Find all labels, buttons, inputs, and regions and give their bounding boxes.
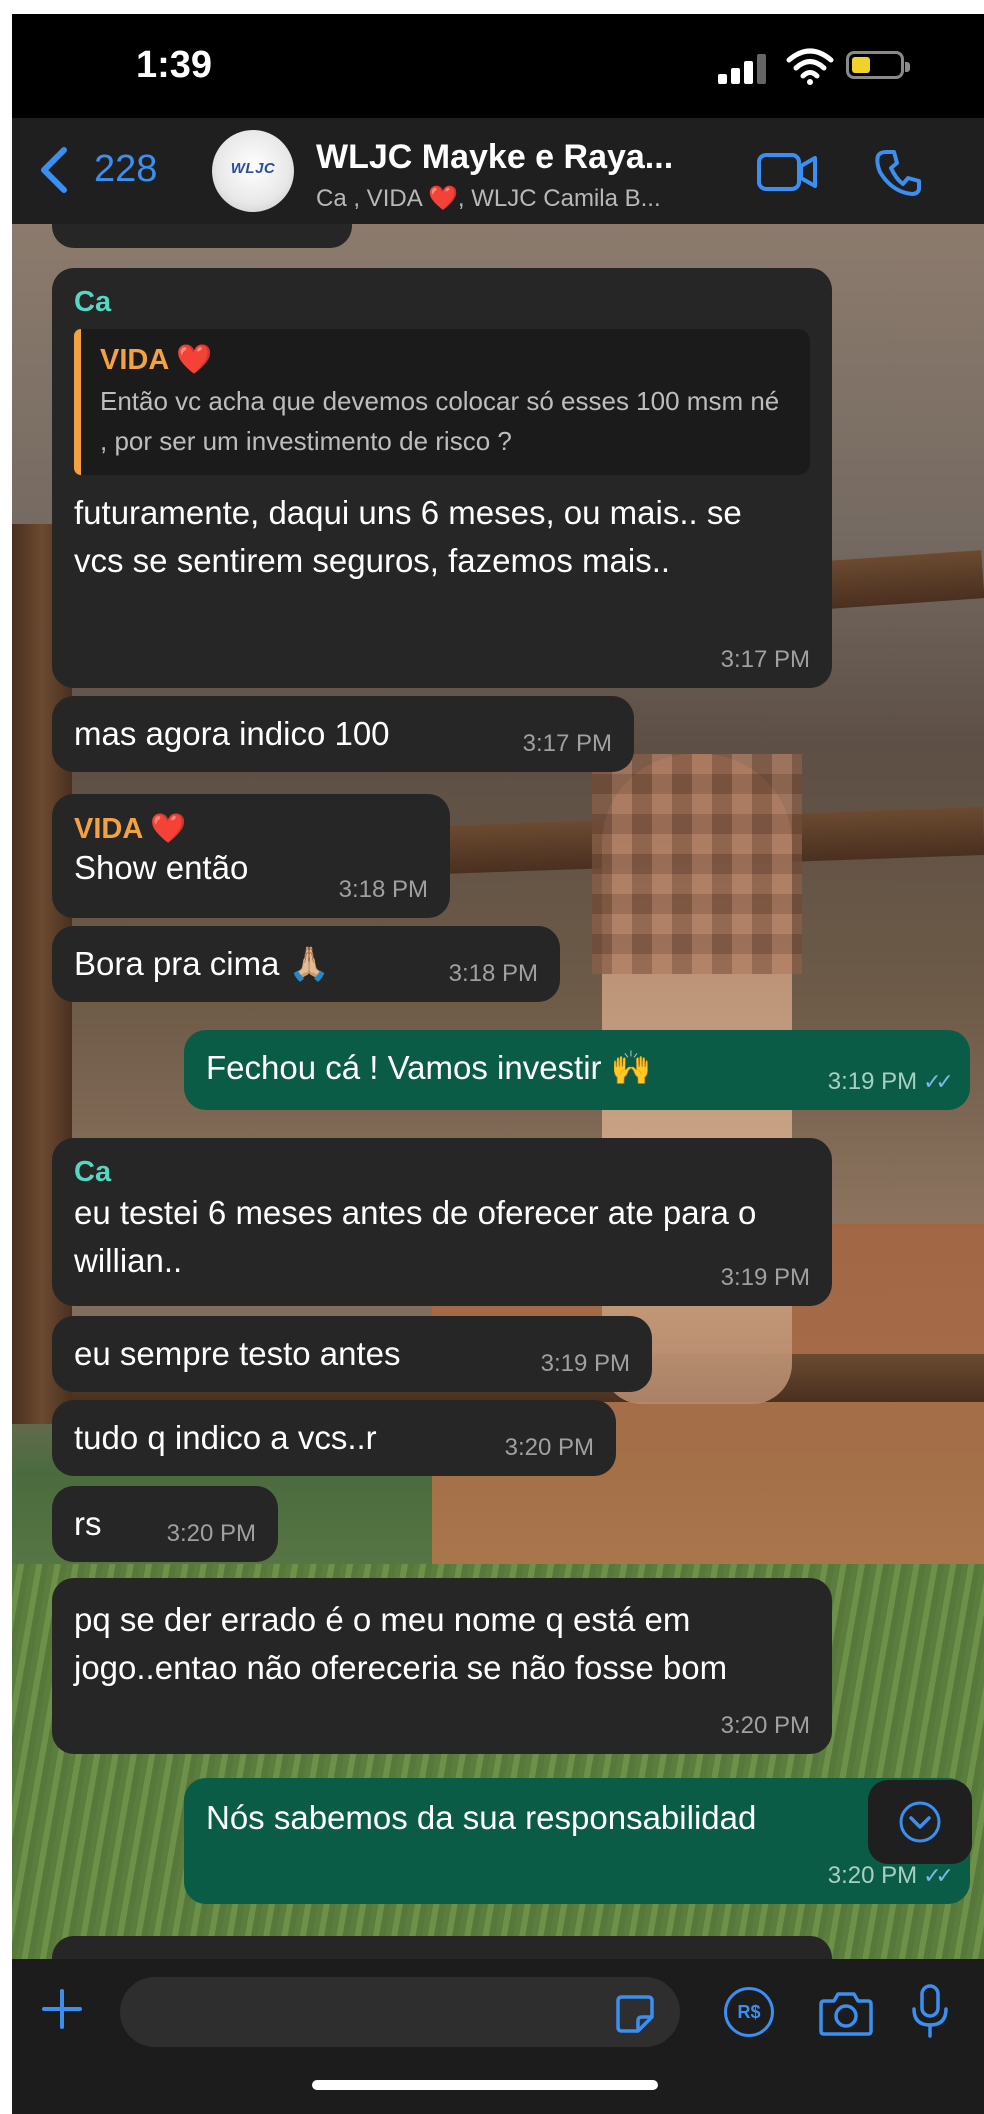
message-time: 3:19 PM [720,1264,810,1291]
group-members[interactable]: Ca , VIDA ❤️, WLJC Camila B... [316,184,661,213]
message-time: 3:19 PM ✓✓ [827,1068,954,1095]
cellular-signal-icon [718,50,774,84]
group-avatar[interactable]: WLJC [212,130,294,212]
avatar-logo-text: WLJC [230,160,276,177]
microphone-icon[interactable] [910,1983,950,2039]
message-time: 3:20 PM [166,1520,256,1547]
sticker-icon[interactable] [614,1993,656,2035]
payment-currency-icon[interactable]: R$ [724,1987,774,2037]
message-sender: VIDA ❤️ [74,813,187,845]
video-call-icon[interactable] [756,152,818,192]
battery-level [852,57,870,73]
message-bubble[interactable]: Ca eu testei 6 meses antes de oferecer a… [52,1138,832,1306]
group-title[interactable]: WLJC Mayke e Raya... [316,138,673,177]
message-time: 3:19 PM [540,1350,630,1377]
chat-messages-area[interactable]: Ca VIDA ❤️ Então vc acha que devemos col… [12,224,984,1959]
back-unread-count[interactable]: 228 [94,148,157,191]
message-time: 3:20 PM [504,1434,594,1461]
message-bubble[interactable]: Ca VIDA ❤️ Então vc acha que devemos col… [52,268,832,688]
quoted-sender: VIDA ❤️ [100,344,213,376]
status-bar: 1:39 [12,14,984,118]
message-input[interactable] [120,1977,680,2047]
message-time: 3:20 PM ✓✓ [827,1862,954,1889]
wallpaper-pixelated-face [592,754,802,974]
message-time: 3:20 PM [720,1712,810,1739]
message-time: 3:17 PM [522,730,612,757]
quoted-text: Então vc acha que devemos colocar só ess… [100,386,780,456]
message-text: eu testei 6 meses antes de oferecer ate … [74,1194,757,1279]
attach-plus-icon[interactable] [42,1989,82,2029]
message-time: 3:18 PM [338,876,428,903]
message-text: futuramente, daqui uns 6 meses, ou mais.… [74,494,742,579]
back-chevron-icon[interactable] [34,144,78,196]
chat-header: 228 WLJC WLJC Mayke e Raya... Ca , VIDA … [12,118,984,224]
message-bubble[interactable]: mas agora indico 100 3:17 PM [52,696,634,772]
wifi-icon [786,48,834,85]
phone-screen: 1:39 228 WLJC WLJC Mayke e Raya... Ca , … [12,14,984,2114]
message-bubble[interactable]: Bora pra cima 🙏🏼 3:18 PM [52,926,560,1002]
quoted-message[interactable]: VIDA ❤️ Então vc acha que devemos coloca… [74,329,810,475]
message-bubble[interactable]: pq se der errado é o meu nome q está em … [52,1578,832,1754]
message-text: pq se der errado é o meu nome q está em … [74,1601,728,1686]
message-sender: Ca [74,1156,112,1188]
message-bubble[interactable]: eu sempre testo antes 3:19 PM [52,1316,652,1392]
status-time: 1:39 [136,44,213,86]
read-receipt-icon: ✓✓ [923,1069,954,1094]
scroll-to-bottom-button[interactable] [868,1780,972,1864]
home-indicator [312,2080,658,2090]
message-bubble[interactable]: VIDA ❤️ Show então 3:18 PM [52,794,450,918]
message-bubble-partial [52,1936,832,1959]
outgoing-message-bubble[interactable]: Fechou cá ! Vamos investir 🙌 3:19 PM ✓✓ [184,1030,970,1110]
voice-call-icon[interactable] [872,146,924,198]
message-bubble[interactable]: rs 3:20 PM [52,1486,278,1562]
read-receipt-icon: ✓✓ [923,1863,954,1888]
camera-icon[interactable] [818,1989,874,2037]
message-time: 3:17 PM [720,646,810,673]
message-bubble[interactable]: tudo q indico a vcs..r 3:20 PM [52,1400,616,1476]
battery-icon [846,51,910,79]
message-sender: Ca [74,286,112,318]
message-time: 3:18 PM [448,960,538,987]
message-text: Nós sabemos da sua responsabilidad [206,1799,757,1836]
chevron-down-icon [899,1801,941,1843]
outgoing-message-bubble[interactable]: Nós sabemos da sua responsabilidad 3:20 … [184,1778,970,1904]
message-bubble-partial [52,224,352,248]
message-composer: R$ [12,1959,984,2114]
